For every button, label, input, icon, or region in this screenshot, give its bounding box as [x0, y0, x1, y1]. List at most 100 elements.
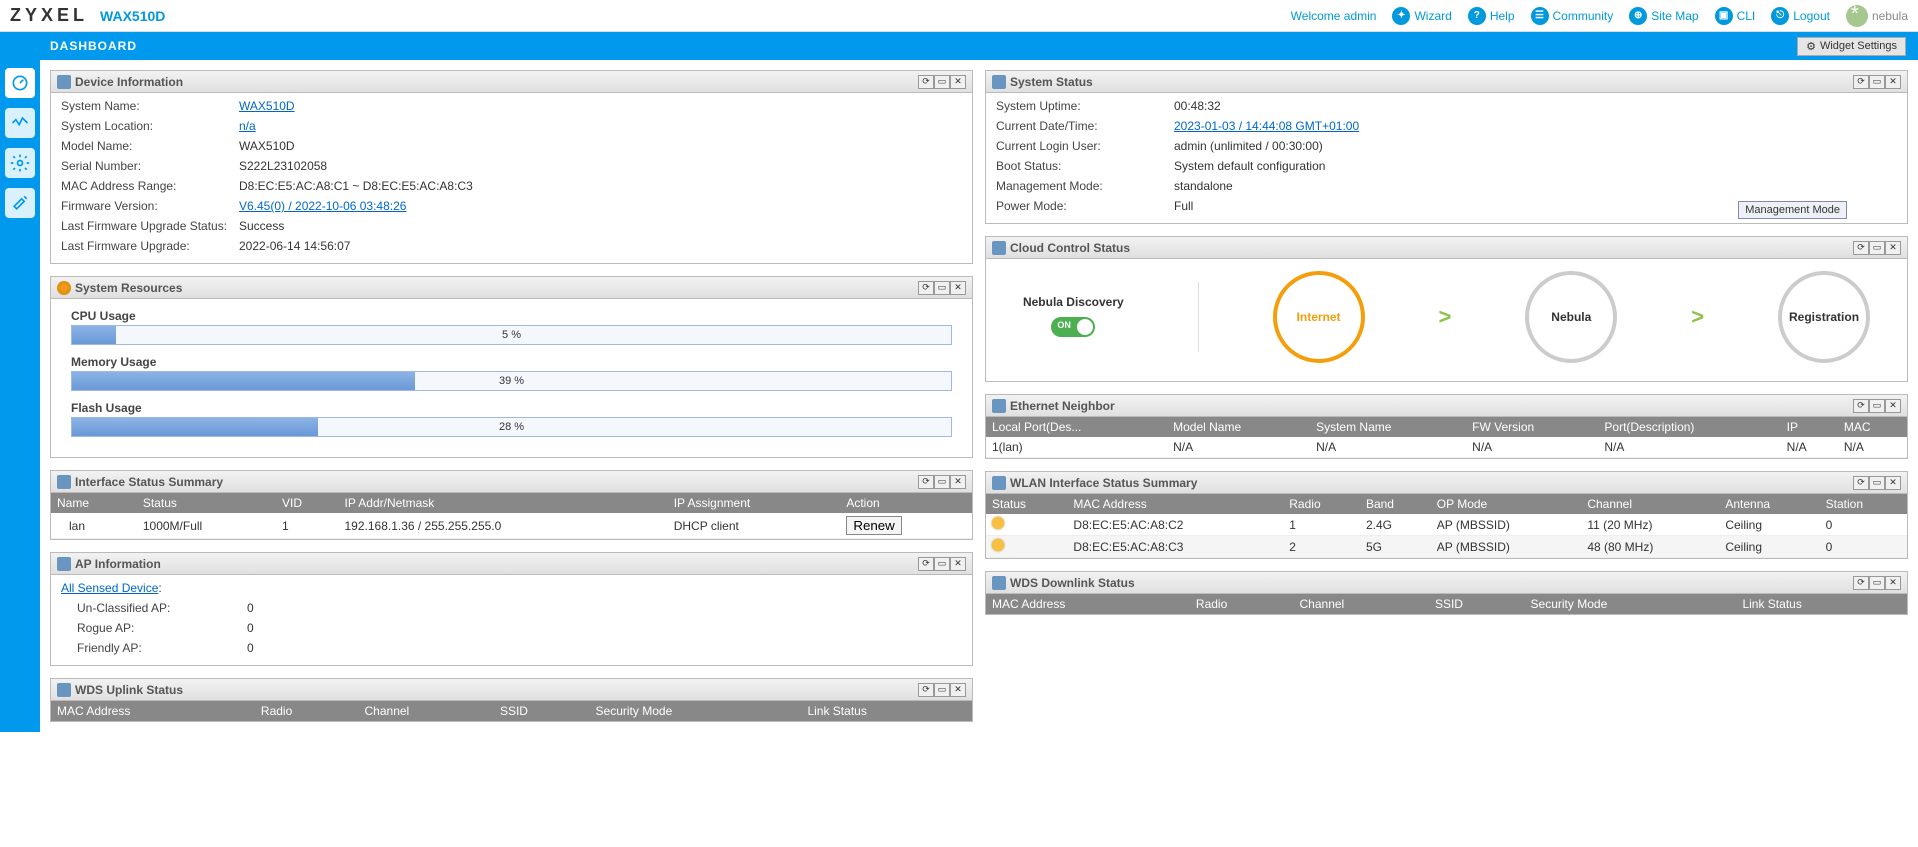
collapse-icon[interactable]: ▭ — [934, 557, 950, 571]
col-op[interactable]: OP Mode — [1431, 494, 1582, 514]
col-radio[interactable]: Radio — [255, 701, 359, 721]
col-ip[interactable]: IP — [1781, 417, 1838, 437]
cpu-usage-bar: 5 % — [71, 325, 952, 345]
col-sec[interactable]: Security Mode — [1525, 594, 1737, 614]
community-link[interactable]: ☰Community — [1531, 7, 1614, 25]
system-status-widget: System Status ⟳ ▭ ✕ System Uptime: 00:48… — [985, 70, 1908, 224]
col-status[interactable]: Status — [986, 494, 1067, 514]
refresh-icon[interactable]: ⟳ — [1853, 75, 1869, 89]
widget-settings-button[interactable]: ⚙ Widget Settings — [1797, 37, 1906, 56]
col-model[interactable]: Model Name — [1167, 417, 1310, 437]
close-icon[interactable]: ✕ — [950, 281, 966, 295]
device-info-widget: Device Information ⟳ ▭ ✕ System Name: WA… — [50, 70, 973, 264]
col-link[interactable]: Link Status — [801, 701, 972, 721]
close-icon[interactable]: ✕ — [1885, 75, 1901, 89]
col-mac[interactable]: MAC — [1838, 417, 1907, 437]
close-icon[interactable]: ✕ — [950, 75, 966, 89]
col-mac[interactable]: MAC Address — [51, 701, 255, 721]
refresh-icon[interactable]: ⟳ — [918, 475, 934, 489]
cli-icon: ▣ — [1715, 7, 1733, 25]
sidebar-tools[interactable] — [5, 188, 35, 218]
renew-button[interactable]: Renew — [846, 516, 902, 535]
close-icon[interactable]: ✕ — [950, 683, 966, 697]
all-sensed-link[interactable]: All Sensed Device — [61, 581, 158, 595]
col-radio[interactable]: Radio — [1190, 594, 1294, 614]
system-location-link[interactable]: n/a — [239, 119, 256, 133]
collapse-icon[interactable]: ▭ — [1869, 476, 1885, 490]
col-channel[interactable]: Channel — [359, 701, 494, 721]
logout-icon: ⎋ — [1771, 7, 1789, 25]
arrow-icon: > — [1439, 304, 1452, 330]
col-mac[interactable]: MAC Address — [1067, 494, 1283, 514]
close-icon[interactable]: ✕ — [1885, 399, 1901, 413]
close-icon[interactable]: ✕ — [1885, 576, 1901, 590]
col-vid[interactable]: VID — [276, 493, 338, 513]
col-band[interactable]: Band — [1360, 494, 1431, 514]
col-link[interactable]: Link Status — [1736, 594, 1907, 614]
refresh-icon[interactable]: ⟳ — [918, 683, 934, 697]
help-link[interactable]: ?Help — [1468, 7, 1515, 25]
memory-usage-label: Memory Usage — [71, 355, 952, 369]
cli-link[interactable]: ▣CLI — [1715, 7, 1756, 25]
interface-icon — [57, 475, 71, 489]
collapse-icon[interactable]: ▭ — [934, 475, 950, 489]
page-header: DASHBOARD ⚙ Widget Settings — [0, 32, 1918, 60]
collapse-icon[interactable]: ▭ — [1869, 241, 1885, 255]
col-ssid[interactable]: SSID — [494, 701, 590, 721]
col-port[interactable]: Port(Description) — [1598, 417, 1780, 437]
collapse-icon[interactable]: ▭ — [1869, 576, 1885, 590]
refresh-icon[interactable]: ⟳ — [918, 281, 934, 295]
col-channel[interactable]: Channel — [1294, 594, 1429, 614]
close-icon[interactable]: ✕ — [1885, 241, 1901, 255]
col-ch[interactable]: Channel — [1581, 494, 1719, 514]
col-status[interactable]: Status — [137, 493, 276, 513]
sidebar-config[interactable] — [5, 148, 35, 178]
wizard-icon: ✦ — [1392, 7, 1410, 25]
refresh-icon[interactable]: ⟳ — [1853, 399, 1869, 413]
nebula-link[interactable]: nebula — [1846, 5, 1908, 27]
collapse-icon[interactable]: ▭ — [1869, 399, 1885, 413]
datetime-link[interactable]: 2023-01-03 / 14:44:08 GMT+01:00 — [1174, 119, 1359, 133]
col-ip[interactable]: IP Addr/Netmask — [338, 493, 667, 513]
firmware-link[interactable]: V6.45(0) / 2022-10-06 03:48:26 — [239, 199, 406, 213]
table-row: D8:EC:E5:AC:A8:C3 2 5G AP (MBSSID) 48 (8… — [986, 536, 1907, 558]
system-name-link[interactable]: WAX510D — [239, 99, 295, 113]
refresh-icon[interactable]: ⟳ — [1853, 476, 1869, 490]
col-ssid[interactable]: SSID — [1429, 594, 1525, 614]
refresh-icon[interactable]: ⟳ — [1853, 241, 1869, 255]
refresh-icon[interactable]: ⟳ — [918, 557, 934, 571]
close-icon[interactable]: ✕ — [950, 475, 966, 489]
collapse-icon[interactable]: ▭ — [934, 75, 950, 89]
col-sta[interactable]: Station — [1820, 494, 1907, 514]
col-action[interactable]: Action — [840, 493, 972, 513]
collapse-icon[interactable]: ▭ — [934, 683, 950, 697]
sidebar-dashboard[interactable] — [5, 68, 35, 98]
wlan-icon — [992, 476, 1006, 490]
logout-link[interactable]: ⎋Logout — [1771, 7, 1830, 25]
col-local-port[interactable]: Local Port(Des... — [986, 417, 1167, 437]
col-sec[interactable]: Security Mode — [590, 701, 802, 721]
col-ant[interactable]: Antenna — [1719, 494, 1819, 514]
system-status-title: System Status — [1010, 75, 1093, 89]
col-assign[interactable]: IP Assignment — [668, 493, 841, 513]
table-row: 1(lan) N/A N/A N/A N/A N/A N/A — [986, 437, 1907, 458]
nebula-discovery-toggle[interactable]: ON — [1051, 317, 1095, 337]
col-radio[interactable]: Radio — [1283, 494, 1360, 514]
wizard-link[interactable]: ✦Wizard — [1392, 7, 1451, 25]
close-icon[interactable]: ✕ — [1885, 476, 1901, 490]
sitemap-link[interactable]: ⊕Site Map — [1629, 7, 1698, 25]
refresh-icon[interactable]: ⟳ — [1853, 576, 1869, 590]
col-name[interactable]: Name — [51, 493, 137, 513]
refresh-icon[interactable]: ⟳ — [918, 75, 934, 89]
top-links: Welcome admin ✦Wizard ?Help ☰Community ⊕… — [1285, 5, 1908, 27]
collapse-icon[interactable]: ▭ — [1869, 75, 1885, 89]
close-icon[interactable]: ✕ — [950, 557, 966, 571]
sidebar-monitor[interactable] — [5, 108, 35, 138]
col-sys[interactable]: System Name — [1310, 417, 1466, 437]
col-fw[interactable]: FW Version — [1466, 417, 1598, 437]
collapse-icon[interactable]: ▭ — [934, 281, 950, 295]
power-mode-label: Power Mode: — [996, 199, 1174, 213]
unclassified-label: Un-Classified AP: — [77, 601, 247, 615]
page-title: DASHBOARD — [50, 39, 137, 53]
col-mac[interactable]: MAC Address — [986, 594, 1190, 614]
